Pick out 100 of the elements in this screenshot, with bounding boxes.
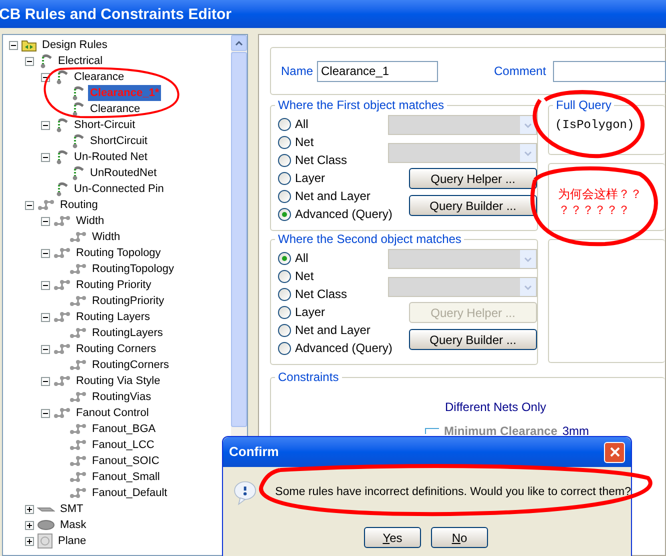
query-button[interactable]: Query Builder ... (409, 195, 537, 216)
expander-toggle[interactable] (25, 504, 34, 514)
tree-item[interactable]: RoutingLayers (90, 325, 165, 341)
nodes-icon (53, 374, 71, 388)
radio-button[interactable] (278, 342, 291, 354)
radio-button[interactable] (278, 118, 291, 130)
dropdown-field[interactable] (388, 143, 537, 163)
expander-toggle[interactable] (41, 344, 50, 354)
expander-toggle[interactable] (25, 56, 34, 66)
tree-item[interactable]: Short-Circuit (72, 117, 138, 133)
annotation-note: 为何会这样？？？？？？？？ (558, 186, 643, 218)
tree-item[interactable]: Design Rules (40, 37, 110, 53)
tree-item[interactable]: Clearance (72, 69, 126, 85)
expander-toggle[interactable] (41, 152, 50, 162)
expander-toggle[interactable] (25, 520, 34, 530)
name-field[interactable]: Clearance_1 (317, 60, 438, 82)
close-icon (610, 447, 620, 457)
expander-toggle[interactable] (41, 376, 50, 386)
radio-button[interactable] (278, 270, 291, 282)
expander-toggle[interactable] (41, 216, 50, 226)
tree-item[interactable]: Un-Routed Net (72, 149, 150, 165)
radio-button[interactable] (278, 154, 291, 166)
tree-item[interactable]: RoutingVias (90, 389, 154, 405)
tree-item[interactable]: Fanout_Small (90, 469, 162, 485)
nodes-icon (69, 486, 87, 500)
tree-item[interactable]: RoutingTopology (90, 261, 176, 277)
tree-item[interactable]: Electrical (56, 53, 105, 69)
expander-toggle[interactable] (41, 280, 50, 290)
radio-button[interactable] (278, 190, 291, 202)
scroll-up-icon (235, 40, 243, 46)
tree-item[interactable]: Routing Corners (74, 341, 158, 357)
radio-label: Net Class (295, 152, 348, 169)
tree-item[interactable]: RoutingCorners (90, 357, 172, 373)
radio-label: Net Class (295, 286, 348, 303)
nodes-icon (53, 278, 71, 292)
tree-item[interactable]: Fanout_BGA (90, 421, 158, 437)
tree-item[interactable]: Clearance (88, 101, 142, 117)
folder-icon (21, 38, 37, 52)
tree-item[interactable]: Routing (58, 197, 100, 213)
dropdown-field[interactable] (388, 115, 537, 135)
expander-toggle[interactable] (25, 200, 34, 210)
radio-label: Layer (295, 170, 326, 187)
tree-item[interactable]: Fanout Control (74, 405, 151, 421)
min-clearance-value: 3mm (562, 423, 590, 440)
tree-item[interactable]: SMT (58, 501, 86, 517)
radio-label: Advanced (Query) (295, 206, 392, 223)
tree-item[interactable]: Mask (58, 517, 88, 533)
tree-item[interactable]: UnRoutedNet (88, 165, 159, 181)
nodes-icon (69, 262, 87, 276)
tree-item[interactable]: Width (74, 213, 106, 229)
radio-label: All (295, 250, 308, 267)
radio-label: Net and Layer (295, 322, 370, 339)
group-title: Where the Second object matches (275, 231, 464, 247)
dialog-button[interactable]: Yes (364, 527, 421, 548)
nodes-icon (53, 214, 71, 228)
expander-toggle[interactable] (41, 312, 50, 322)
net-scope-label: Different Nets Only (445, 399, 546, 416)
tree-item[interactable]: Routing Via Style (74, 373, 162, 389)
tree-item[interactable]: Fanout_LCC (90, 437, 156, 453)
tree-item[interactable]: Routing Topology (74, 245, 163, 261)
radio-label: All (295, 116, 308, 133)
tree-item[interactable]: Plane (56, 533, 88, 549)
radio-button[interactable] (278, 172, 291, 184)
radio-button[interactable] (278, 306, 291, 318)
nodes-icon (69, 390, 87, 404)
expander-toggle[interactable] (25, 536, 34, 546)
comment-label: Comment (494, 63, 546, 80)
radio-label: Layer (295, 304, 326, 321)
radio-label: Net and Layer (295, 188, 370, 205)
comment-field[interactable] (553, 60, 666, 82)
expander-toggle[interactable] (9, 40, 18, 50)
radio-button[interactable] (278, 252, 291, 264)
dialog-title: Confirm (229, 443, 280, 462)
tree-item[interactable]: Un-Connected Pin (72, 181, 166, 197)
radio-button[interactable] (278, 288, 291, 300)
radio-label: Advanced (Query) (295, 340, 392, 357)
radio-button[interactable] (278, 136, 291, 148)
mask-icon (37, 519, 55, 531)
tree-item[interactable]: Routing Priority (74, 277, 154, 293)
expander-toggle[interactable] (41, 408, 50, 418)
radio-label: Net (295, 268, 314, 285)
tree-item[interactable]: RoutingPriority (90, 293, 166, 309)
radio-button[interactable] (278, 324, 291, 336)
expander-toggle[interactable] (41, 120, 50, 130)
tree-item[interactable]: ShortCircuit (88, 133, 150, 149)
query-button[interactable]: Query Helper ... (409, 168, 537, 189)
close-button[interactable] (604, 442, 625, 462)
tree-item[interactable]: Fanout_SOIC (90, 453, 162, 469)
tree-item[interactable]: Routing Layers (74, 309, 152, 325)
dialog-button[interactable]: No (431, 527, 488, 548)
radio-button[interactable] (278, 208, 291, 220)
dropdown-field[interactable] (388, 249, 537, 269)
group-title: Where the First object matches (275, 97, 448, 113)
nodes-icon (69, 438, 87, 452)
tree-item[interactable]: Fanout_Default (90, 485, 170, 501)
tree-item[interactable]: Width (90, 229, 122, 245)
dropdown-field[interactable] (388, 277, 537, 297)
query-title: Full Query (553, 97, 614, 113)
query-button[interactable]: Query Builder ... (409, 329, 537, 350)
expander-toggle[interactable] (41, 248, 50, 258)
